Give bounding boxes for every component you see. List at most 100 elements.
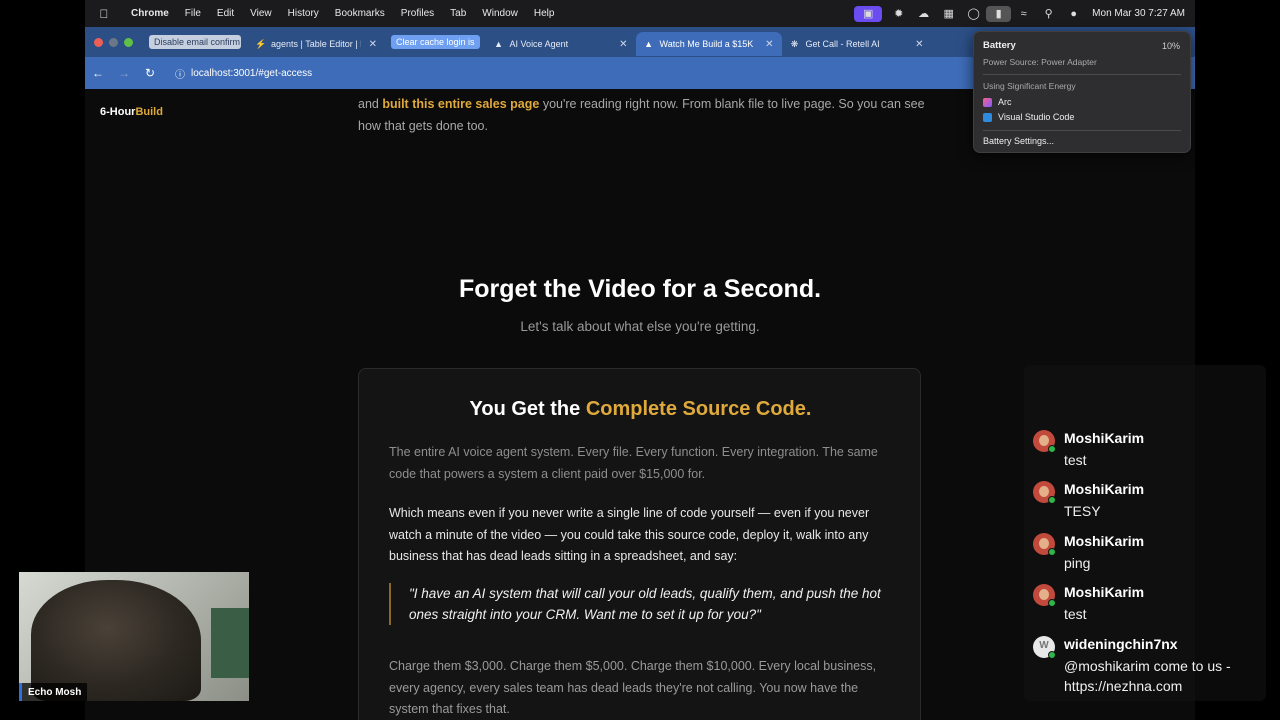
vscode-icon — [983, 112, 992, 122]
battery-icon[interactable]: ▮ — [986, 5, 1012, 22]
card-paragraph-3: Charge them $3,000. Charge them $5,000. … — [389, 659, 877, 716]
back-arrow-icon[interactable]: ← — [85, 66, 111, 80]
tab-watch-me-build[interactable]: ▲ Watch Me Build a $15K ✕ — [635, 32, 782, 56]
chat-text: TESY — [1064, 503, 1101, 519]
chat-username: MoshiKarim — [1064, 430, 1145, 446]
close-icon[interactable]: ✕ — [757, 39, 773, 50]
menubar-clock[interactable]: Mon Mar 30 7:27 AM — [1086, 8, 1195, 19]
shield-icon[interactable]: ◯ — [961, 4, 986, 24]
card-title: You Get the Complete Source Code. — [359, 398, 922, 421]
tab-retell-ai[interactable]: ❋ Get Call - Retell AI ✕ — [782, 32, 932, 56]
menubar-status-area: ▣ ✹ ☁ ▦ ◯ ▮ ≈ ⚲ ● Mon Mar 30 7:27 AM — [854, 0, 1195, 27]
menu-divider — [983, 130, 1181, 131]
battery-menu-title: Battery — [983, 40, 1016, 51]
battery-percent: 10% — [1161, 41, 1180, 51]
close-icon[interactable]: ✕ — [611, 39, 627, 50]
forward-arrow-icon[interactable]: → — [111, 66, 137, 80]
tab-label: agents | Table Editor | R — [271, 39, 361, 49]
menu-view[interactable]: View — [242, 8, 280, 19]
card-paragraph-2: Which means even if you never write a si… — [389, 506, 870, 563]
tab-group-clear-cache[interactable]: Clear cache login is — [391, 35, 480, 49]
card-paragraph-1: The entire AI voice agent system. Every … — [389, 445, 878, 481]
zoom-window-button[interactable] — [124, 37, 133, 47]
stats-icon[interactable]: ▦ — [936, 4, 961, 24]
control-center-icon[interactable]: ● — [1061, 4, 1086, 24]
tab-group-disable-email[interactable]: Disable email confirm — [149, 35, 241, 49]
webcam-overlay: Echo Mosh — [19, 572, 249, 701]
battery-power-source: Power Source: Power Adapter — [983, 57, 1097, 67]
minimize-window-button[interactable] — [109, 37, 118, 47]
battery-significant-energy-label: Using Significant Energy — [983, 81, 1076, 91]
brand-logo[interactable]: 6-HourBuild — [100, 106, 163, 118]
chat-text: test — [1064, 606, 1087, 622]
arc-icon — [983, 97, 992, 107]
avatar — [1033, 584, 1056, 607]
webcam-name-label: Echo Mosh — [19, 683, 88, 701]
source-code-card: You Get the Complete Source Code. The en… — [358, 368, 921, 720]
screen-share-icon[interactable]: ▣ — [854, 5, 883, 22]
chat-username: MoshiKarim — [1064, 584, 1145, 600]
brightness-icon[interactable]: ✹ — [886, 4, 911, 24]
battery-app-vscode[interactable]: Visual Studio Code — [983, 112, 1181, 122]
close-icon[interactable]: ✕ — [361, 39, 377, 50]
card-title-text: You Get the — [469, 398, 586, 420]
menu-tab[interactable]: Tab — [442, 8, 474, 19]
address-url: localhost:3001/#get-access — [191, 67, 313, 79]
intro-paragraph: and built this entire sales page you're … — [358, 93, 928, 137]
window-controls — [85, 37, 143, 47]
intro-text: and — [358, 97, 383, 111]
tab-table-editor[interactable]: ⚡ agents | Table Editor | R ✕ — [247, 32, 385, 56]
live-chat-overlay: MoshiKarim test MoshiKarim TESY MoshiKar… — [1024, 365, 1266, 701]
tab-ai-voice-agent[interactable]: ▲ AI Voice Agent ✕ — [486, 32, 636, 56]
chat-username: wideningchin7nx — [1064, 636, 1178, 652]
brand-text-accent: Build — [135, 106, 163, 118]
battery-app-label: Arc — [998, 97, 1012, 107]
menu-divider — [983, 74, 1181, 75]
section-heading: Forget the Video for a Second. — [458, 275, 822, 303]
battery-app-arc[interactable]: Arc — [983, 97, 1181, 107]
chat-username: MoshiKarim — [1064, 533, 1145, 549]
avatar: W — [1033, 636, 1056, 659]
chat-text: @moshikarim come to us - https://nezhna.… — [1064, 658, 1231, 694]
intro-highlight: built this entire sales page — [382, 97, 540, 111]
menu-bookmarks[interactable]: Bookmarks — [327, 8, 393, 19]
avatar — [1033, 481, 1056, 504]
menu-file[interactable]: File — [177, 8, 209, 19]
brand-text: 6-Hour — [100, 106, 136, 118]
avatar — [1033, 430, 1056, 453]
triangle-logo-icon: ▲ — [494, 39, 503, 49]
cloud-icon[interactable]: ☁ — [911, 4, 936, 24]
menu-edit[interactable]: Edit — [209, 8, 242, 19]
card-quote: "I have an AI system that will call your… — [389, 583, 894, 625]
chat-text: ping — [1064, 555, 1091, 571]
card-title-accent: Complete Source Code. — [585, 398, 812, 420]
battery-settings-item[interactable]: Battery Settings... — [983, 136, 1181, 146]
close-icon[interactable]: ✕ — [907, 39, 923, 50]
menu-app-name[interactable]: Chrome — [123, 8, 177, 19]
menu-window[interactable]: Window — [474, 8, 526, 19]
retell-logo-icon: ❋ — [790, 39, 799, 49]
search-icon[interactable]: ⚲ — [1036, 4, 1061, 24]
supabase-icon: ⚡ — [255, 39, 267, 49]
close-window-button[interactable] — [94, 37, 103, 47]
section-subheading: Let's talk about what else you're gettin… — [520, 319, 760, 334]
wifi-icon[interactable]: ≈ — [1011, 4, 1036, 24]
avatar — [1033, 533, 1056, 556]
webcam-background — [211, 608, 249, 678]
battery-menu: Battery 10% Power Source: Power Adapter … — [973, 31, 1191, 153]
reload-icon[interactable]: ↻ — [137, 66, 163, 80]
apple-icon[interactable]:  — [85, 7, 123, 21]
menu-history[interactable]: History — [280, 8, 327, 19]
chat-username: MoshiKarim — [1064, 481, 1145, 497]
macos-menubar:  Chrome File Edit View History Bookmark… — [85, 0, 1195, 27]
address-bar[interactable]: ⓘ localhost:3001/#get-access — [169, 61, 949, 85]
site-info-icon[interactable]: ⓘ — [169, 66, 191, 81]
tab-label: Get Call - Retell AI — [805, 39, 880, 49]
menu-profiles[interactable]: Profiles — [393, 8, 442, 19]
menu-help[interactable]: Help — [526, 8, 563, 19]
triangle-logo-icon: ▲ — [644, 39, 653, 49]
chat-text: test — [1064, 452, 1087, 468]
tab-label: AI Voice Agent — [509, 39, 569, 49]
tab-label: Watch Me Build a $15K — [659, 39, 754, 49]
battery-app-label: Visual Studio Code — [998, 112, 1075, 122]
